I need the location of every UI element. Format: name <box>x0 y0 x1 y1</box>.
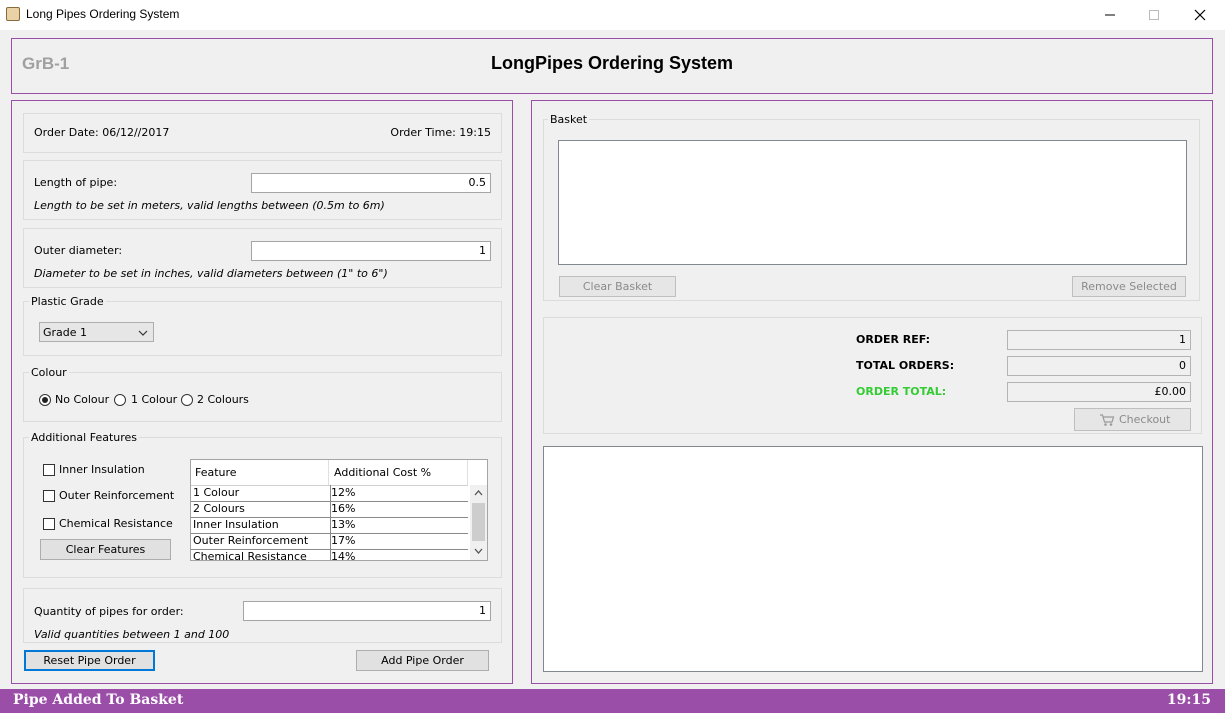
table-header-cost: Additional Cost % <box>334 466 432 479</box>
window-titlebar[interactable]: Long Pipes Ordering System <box>0 0 1225 30</box>
checkout-label: Checkout <box>1119 413 1171 426</box>
reset-pipe-order-button[interactable]: Reset Pipe Order <box>24 650 155 671</box>
inner-insulation-checkbox[interactable] <box>43 464 55 476</box>
table-cell: 2 Colours <box>191 501 331 517</box>
colour-radio-two-label: 2 Colours <box>197 393 249 406</box>
basket-list[interactable] <box>558 140 1187 265</box>
table-header: Feature Additional Cost % <box>191 460 468 486</box>
total-orders-label: TOTAL ORDERS: <box>856 359 955 372</box>
close-icon[interactable] <box>1177 0 1223 30</box>
table-cell: 17% <box>331 534 356 547</box>
table-cell: 16% <box>331 502 356 515</box>
features-legend: Additional Features <box>29 431 140 444</box>
status-time: 19:15 <box>1166 692 1211 708</box>
feature-cost-table: Feature Additional Cost % 1 Colour 12% 2… <box>190 459 488 561</box>
colour-radio-two[interactable] <box>181 394 193 406</box>
scroll-up-icon[interactable] <box>474 490 483 496</box>
maximize-icon[interactable] <box>1131 0 1177 30</box>
diameter-input[interactable]: 1 <box>251 241 491 261</box>
colour-group: Colour No Colour 1 Colour 2 Colours <box>23 366 502 422</box>
table-header-divider <box>467 460 468 485</box>
colour-radio-none-label: No Colour <box>55 393 110 406</box>
table-cell: Chemical Resistance <box>191 549 331 560</box>
colour-legend: Colour <box>29 366 69 379</box>
table-cell: 14% <box>331 550 356 561</box>
total-orders-field: 0 <box>1007 356 1191 376</box>
chemical-resistance-label: Chemical Resistance <box>59 517 173 530</box>
scrollbar-thumb[interactable] <box>472 503 485 541</box>
diameter-group: Outer diameter: 1 Diameter to be set in … <box>23 228 502 288</box>
length-group: Length of pipe: 0.5 Length to be set in … <box>23 160 502 220</box>
checkout-button[interactable]: Checkout <box>1074 408 1191 431</box>
inner-insulation-label: Inner Insulation <box>59 463 145 476</box>
table-row[interactable]: Outer Reinforcement 17% <box>191 533 468 550</box>
add-pipe-order-button[interactable]: Add Pipe Order <box>356 650 489 671</box>
order-datetime-group: Order Date: 06/12//2017 Order Time: 19:1… <box>23 113 502 153</box>
table-header-feature: Feature <box>195 466 237 479</box>
quantity-group: Quantity of pipes for order: 1 Valid qua… <box>23 588 502 643</box>
order-total-field: £0.00 <box>1007 382 1191 402</box>
table-cell: Inner Insulation <box>191 517 331 533</box>
chevron-down-icon <box>138 330 148 336</box>
table-cell: Outer Reinforcement <box>191 533 331 549</box>
quantity-input[interactable]: 1 <box>243 601 491 621</box>
quantity-label: Quantity of pipes for order: <box>34 605 184 618</box>
header-panel: GrB-1 LongPipes Ordering System <box>11 38 1213 94</box>
table-cell: 1 Colour <box>191 485 331 501</box>
clear-features-button[interactable]: Clear Features <box>40 539 171 560</box>
quantity-hint: Valid quantities between 1 and 100 <box>34 628 230 641</box>
order-ref-field: 1 <box>1007 330 1191 350</box>
table-scrollbar[interactable] <box>470 485 487 560</box>
diameter-label: Outer diameter: <box>34 244 123 257</box>
length-hint: Length to be set in meters, valid length… <box>34 199 385 212</box>
scroll-down-icon[interactable] <box>474 548 483 554</box>
status-message: Pipe Added To Basket <box>13 692 184 708</box>
diameter-hint: Diameter to be set in inches, valid diam… <box>34 267 388 280</box>
table-row[interactable]: Inner Insulation 13% <box>191 517 468 534</box>
basket-group: Basket Clear Basket Remove Selected <box>543 113 1200 301</box>
outer-reinforcement-checkbox[interactable] <box>43 490 55 502</box>
order-date: Order Date: 06/12//2017 <box>34 126 170 139</box>
cart-icon <box>1100 414 1115 426</box>
remove-selected-button[interactable]: Remove Selected <box>1072 276 1186 297</box>
table-cell: 12% <box>331 486 356 499</box>
window-title: Long Pipes Ordering System <box>26 7 180 21</box>
table-header-divider <box>328 460 329 485</box>
order-summary-group: ORDER REF: 1 TOTAL ORDERS: 0 ORDER TOTAL… <box>543 317 1202 434</box>
outer-reinforcement-label: Outer Reinforcement <box>59 489 175 502</box>
order-form-panel: Order Date: 06/12//2017 Order Time: 19:1… <box>11 100 513 684</box>
table-cell: 13% <box>331 518 356 531</box>
order-ref-label: ORDER REF: <box>856 333 931 346</box>
order-total-label: ORDER TOTAL: <box>856 385 947 398</box>
basket-panel: Basket Clear Basket Remove Selected ORDE… <box>531 100 1213 684</box>
table-row[interactable]: 1 Colour 12% <box>191 485 468 502</box>
length-input[interactable]: 0.5 <box>251 173 491 193</box>
features-group: Additional Features Inner Insulation Out… <box>23 431 502 578</box>
status-bar: Pipe Added To Basket 19:15 <box>0 689 1225 713</box>
basket-legend: Basket <box>548 113 590 126</box>
order-time: Order Time: 19:15 <box>390 126 491 139</box>
length-label: Length of pipe: <box>34 176 118 189</box>
chemical-resistance-checkbox[interactable] <box>43 518 55 530</box>
colour-radio-none[interactable] <box>39 394 51 406</box>
plastic-grade-legend: Plastic Grade <box>29 295 106 308</box>
page-title: LongPipes Ordering System <box>490 53 734 73</box>
grade-select[interactable]: Grade 1 <box>39 322 154 342</box>
minimize-icon[interactable] <box>1087 0 1133 30</box>
colour-radio-one[interactable] <box>114 394 126 406</box>
clear-basket-button[interactable]: Clear Basket <box>559 276 676 297</box>
table-row[interactable]: Chemical Resistance 14% <box>191 549 468 561</box>
colour-radio-one-label: 1 Colour <box>131 393 178 406</box>
java-app-icon <box>6 7 20 21</box>
table-row[interactable]: 2 Colours 16% <box>191 501 468 518</box>
plastic-grade-group: Plastic Grade Grade 1 <box>23 295 502 356</box>
order-output-area[interactable] <box>543 446 1203 672</box>
grade-select-value: Grade 1 <box>43 326 88 339</box>
